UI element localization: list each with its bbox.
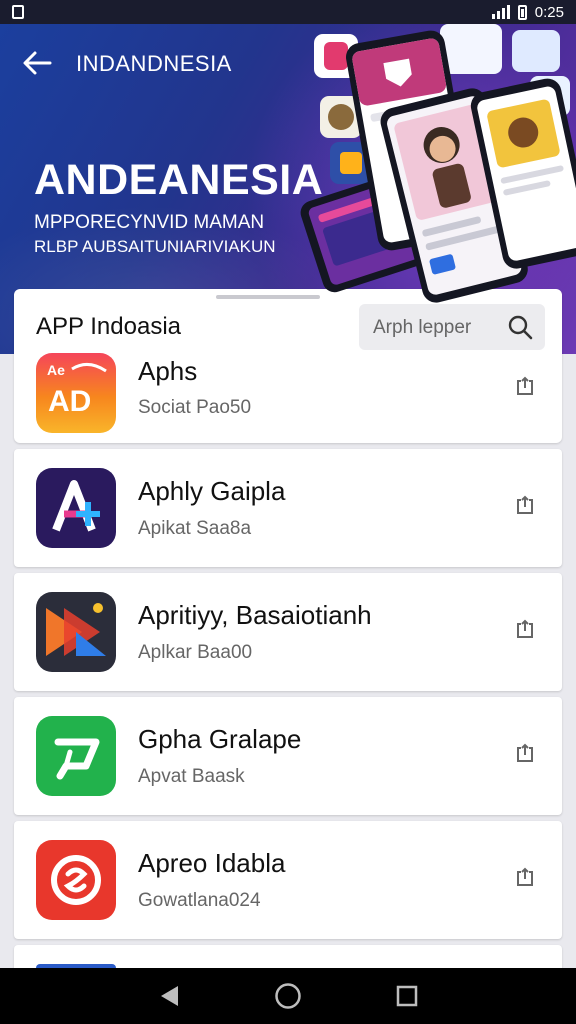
back-nav-button[interactable]	[154, 981, 184, 1011]
brand-name: INDANDNESIA	[76, 51, 232, 76]
a-plus-icon	[36, 468, 116, 548]
app-category: Apikat Saa8a	[138, 518, 252, 539]
swirl-icon	[36, 840, 116, 920]
app-name: Apritiyy, Basaiotianh	[138, 600, 372, 630]
app-category: Apvat Baask	[138, 766, 245, 787]
list-item[interactable]: Apreo Idabla Gowatlana024	[14, 821, 562, 939]
signal-icon	[491, 5, 510, 19]
triangle-back-icon	[161, 986, 179, 1006]
hero-title: ANDEANESIA	[34, 156, 324, 204]
status-time: 0:25	[534, 3, 564, 21]
list-item[interactable]: Gpha Gralape Apvat Baask	[14, 697, 562, 815]
share-icon[interactable]	[514, 866, 536, 888]
share-icon[interactable]	[514, 618, 536, 640]
app-category: Sociat Pao50	[138, 397, 252, 418]
share-icon[interactable]	[514, 494, 536, 516]
notification-icon	[12, 5, 24, 19]
share-icon[interactable]	[514, 742, 536, 764]
svg-text:Ae: Ae	[47, 362, 65, 378]
hero-subtitle: MPPORECYNVID MAMAN	[34, 212, 265, 233]
list-item[interactable]: Apritiyy, Basaiotianh Aplkar Baa00	[14, 573, 562, 691]
status-bar: 0:25	[0, 0, 576, 24]
navigation-bar	[0, 968, 576, 1024]
phones-illustration	[300, 24, 576, 303]
hero-tagline: RLBP AUBSAITUNIARIVIAKUN	[34, 237, 276, 256]
square-recents-icon	[396, 985, 417, 1007]
app-category: Gowatlana024	[138, 890, 261, 911]
list-item[interactable]: Ae AD Aphs Sociat Pao50	[14, 353, 562, 443]
app-name: Gpha Gralape	[138, 724, 302, 754]
share-icon[interactable]	[514, 375, 536, 397]
cart-icon	[36, 716, 116, 796]
list-item[interactable]	[14, 945, 562, 968]
list-item[interactable]: Aphly Gaipla Apikat Saa8a	[14, 449, 562, 567]
app-category: Aplkar Baa00	[138, 642, 253, 663]
home-nav-button[interactable]	[273, 981, 303, 1011]
recents-nav-button[interactable]	[392, 981, 422, 1011]
app-name: Apreo Idabla	[138, 848, 286, 878]
play-arrow-icon	[36, 592, 116, 672]
svg-text:AD: AD	[48, 385, 91, 418]
circle-home-icon	[275, 983, 301, 1009]
battery-icon	[517, 4, 527, 20]
app-name: Aphs	[138, 356, 198, 386]
ad-icon: Ae AD	[36, 353, 116, 433]
app-name: Aphly Gaipla	[138, 476, 286, 506]
list-title: APP Indoasia	[36, 313, 181, 340]
back-arrow-icon[interactable]	[22, 50, 52, 76]
